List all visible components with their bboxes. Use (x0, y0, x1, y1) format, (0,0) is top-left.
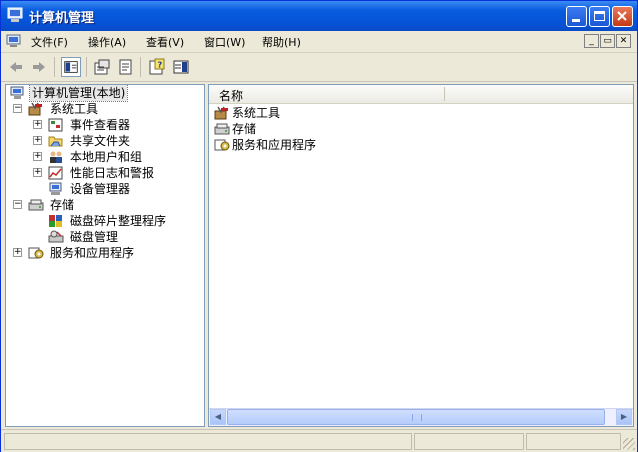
resize-grip-icon[interactable] (623, 438, 635, 450)
svg-text:?: ? (158, 61, 163, 70)
window-title: 计算机管理 (29, 11, 95, 26)
minimize-button[interactable] (566, 6, 587, 27)
tree-item-label: 设备管理器 (70, 182, 131, 196)
mdi-minimize-button[interactable]: _ (584, 34, 599, 48)
horizontal-scrollbar[interactable]: ◀ ▶ (209, 408, 633, 426)
services-icon (28, 247, 44, 259)
expand-icon[interactable]: + (33, 136, 42, 145)
scrollbar-thumb[interactable] (227, 409, 605, 425)
expand-icon[interactable]: + (33, 120, 42, 129)
status-bar (1, 429, 637, 452)
grip-icon (412, 414, 422, 421)
column-header-name[interactable]: 名称 (209, 85, 633, 104)
action-pane-icon[interactable] (171, 57, 191, 77)
tools-icon (214, 106, 228, 120)
export-list-icon[interactable] (116, 57, 136, 77)
storage-icon (214, 123, 230, 135)
list-pane[interactable]: 名称 系统工具 存储 服务和应用程序 ◀ ▶ (208, 84, 634, 427)
maximize-icon (594, 11, 605, 21)
column-header-label: 名称 (219, 89, 244, 103)
properties-icon[interactable] (92, 57, 112, 77)
event-viewer-icon (48, 118, 63, 132)
toolbar: ? (1, 53, 637, 82)
tree-item-label: 事件查看器 (70, 118, 131, 132)
mdi-restore-button[interactable]: ▭ (600, 34, 615, 48)
device-manager-icon (49, 182, 62, 195)
list-item-label: 系统工具 (232, 106, 281, 120)
scroll-left-button[interactable]: ◀ (210, 409, 226, 425)
status-cell-3 (526, 433, 621, 450)
toolbar-separator (54, 57, 55, 77)
tree-item-label: 性能日志和警报 (70, 166, 155, 180)
disk-management-icon (48, 230, 64, 243)
tree-pane[interactable]: 计算机管理(本地) − 系统工具 + 事件查看器 + 共享文件夹 + 本地用户和… (5, 84, 205, 427)
services-icon (214, 139, 230, 151)
computer-icon (7, 7, 23, 22)
menu-view[interactable]: 查看(V) (146, 34, 184, 50)
menu-window[interactable]: 窗口(W) (204, 34, 245, 50)
menu-help[interactable]: 帮助(H) (262, 34, 301, 50)
console-icon[interactable] (6, 34, 22, 48)
expand-icon[interactable]: + (13, 248, 22, 257)
tree-item-label: 共享文件夹 (70, 134, 131, 148)
list-item-label: 存储 (232, 122, 257, 136)
forward-arrow-icon[interactable] (29, 57, 49, 77)
defrag-icon (49, 215, 62, 227)
collapse-icon[interactable]: − (13, 200, 22, 209)
status-cell-main (4, 433, 412, 450)
maximize-button[interactable] (589, 6, 610, 27)
status-cell-2 (414, 433, 524, 450)
close-button[interactable] (612, 6, 633, 27)
shared-folder-icon (48, 136, 63, 147)
expand-icon[interactable]: + (33, 168, 42, 177)
performance-icon (48, 166, 63, 180)
menu-action[interactable]: 操作(A) (88, 34, 126, 50)
list-item-label: 服务和应用程序 (232, 138, 317, 152)
tree-item-label: 计算机管理(本地) (28, 85, 129, 102)
toolbar-separator (140, 57, 141, 77)
menu-file[interactable]: 文件(F) (31, 34, 68, 50)
tree-item-label: 服务和应用程序 (50, 246, 135, 260)
scroll-right-button[interactable]: ▶ (616, 409, 632, 425)
help-icon[interactable]: ? (147, 57, 167, 77)
column-divider[interactable] (444, 87, 445, 101)
users-icon (50, 151, 62, 163)
show-hide-tree-icon[interactable] (61, 57, 81, 77)
tree-item-label: 磁盘管理 (70, 230, 119, 244)
tree-item-label: 存储 (50, 198, 75, 212)
close-icon (617, 11, 627, 21)
tree-item-label: 磁盘碎片整理程序 (70, 214, 167, 228)
app-window: 计算机管理 文件(F) 操作(A) 查看(V) 窗口(W) 帮助(H) _ ▭ … (0, 0, 638, 452)
title-bar[interactable]: 计算机管理 (1, 1, 637, 31)
back-arrow-icon[interactable] (6, 57, 26, 77)
tree-item-label: 系统工具 (50, 102, 99, 116)
storage-icon (28, 199, 44, 211)
minimize-icon (572, 19, 580, 22)
expand-icon[interactable]: + (33, 152, 42, 161)
mdi-close-button[interactable]: ✕ (616, 34, 631, 48)
collapse-icon[interactable]: − (13, 104, 22, 113)
tree-item-label: 本地用户和组 (70, 150, 143, 164)
menu-bar: 文件(F) 操作(A) 查看(V) 窗口(W) 帮助(H) _ ▭ ✕ (1, 31, 637, 53)
toolbar-separator (86, 57, 87, 77)
tools-icon (28, 102, 42, 116)
computer-icon (10, 86, 24, 99)
